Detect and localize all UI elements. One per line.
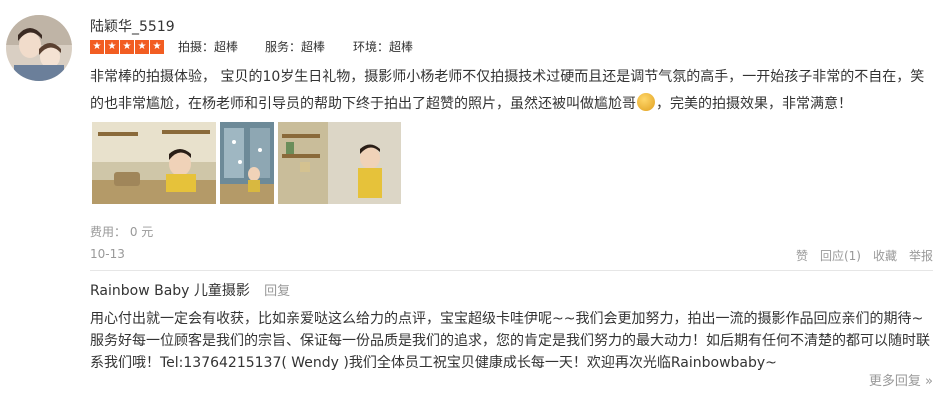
rating-environment: 环境：超棒 — [353, 40, 414, 54]
star-icon: ★ — [150, 40, 164, 54]
more-replies-link[interactable]: 更多回复 » — [869, 370, 933, 389]
shop-name[interactable]: Rainbow Baby 儿童摄影 — [90, 283, 250, 299]
star-icon: ★ — [90, 40, 104, 54]
report-button[interactable]: 举报 — [909, 247, 933, 264]
rating-service: 服务：超棒 — [265, 40, 326, 54]
cost-label: 费用： 0 元 — [90, 225, 154, 239]
review-date: 10-13 — [90, 247, 125, 261]
review-photo[interactable] — [92, 122, 216, 204]
reply-text: 用心付出就一定会有收获，比如亲爱哒这么给力的点评，宝宝超级卡哇伊呢~~我们会更加… — [90, 311, 930, 371]
embarrassed-emoji-icon — [637, 93, 655, 111]
review-actions: 赞 回应(1) 收藏 举报 — [796, 247, 933, 264]
review-text: 非常棒的拍摄体验， 宝贝的10岁生日礼物，摄影师小杨老师不仅拍摄技术过硬而且还是… — [90, 64, 925, 118]
respond-button[interactable]: 回应(1) — [820, 247, 861, 264]
like-button[interactable]: 赞 — [796, 247, 808, 264]
rating-shooting: 拍摄：超棒 — [178, 40, 239, 54]
username[interactable]: 陆颖华_5519 — [90, 16, 175, 36]
star-icon: ★ — [105, 40, 119, 54]
merchant-reply: Rainbow Baby 儿童摄影 回复 用心付出就一定会有收获，比如亲爱哒这么… — [90, 280, 933, 374]
divider — [90, 270, 933, 271]
star-icon: ★ — [120, 40, 134, 54]
review-text-part2: ，完美的拍摄效果，非常满意！ — [656, 96, 852, 112]
reply-button[interactable]: 回复 — [264, 284, 290, 299]
star-icon: ★ — [135, 40, 149, 54]
avatar[interactable] — [6, 15, 72, 81]
star-rating: ★ ★ ★ ★ ★ — [90, 40, 164, 54]
favorite-button[interactable]: 收藏 — [873, 247, 897, 264]
review-photo[interactable] — [220, 122, 274, 204]
review-photo[interactable] — [278, 122, 401, 204]
